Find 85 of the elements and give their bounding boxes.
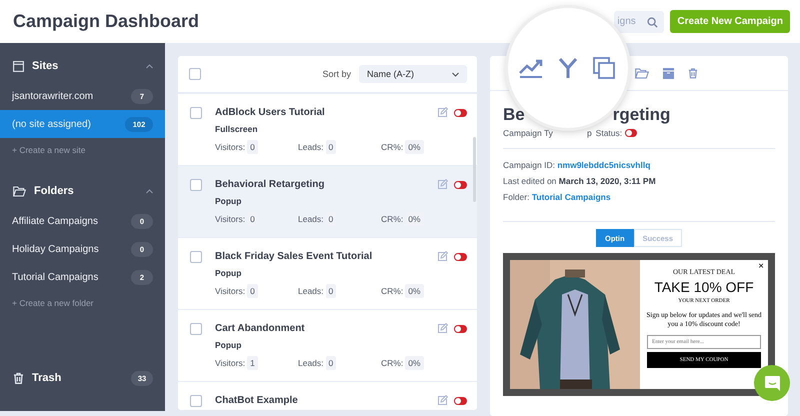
search-field[interactable]: igns [614, 10, 664, 32]
sort-dropdown[interactable]: Name (A-Z) [359, 65, 467, 83]
stat-label: Visitors: [215, 286, 246, 296]
search-icon [647, 16, 658, 28]
stat-value: 0 [247, 284, 258, 298]
toggle-switch[interactable] [454, 396, 467, 404]
stat-label: Leads: [298, 214, 324, 224]
checkbox[interactable] [190, 323, 202, 335]
campaign-type: Popup [215, 340, 242, 350]
stat-value: 0% [405, 140, 424, 154]
toggle-switch[interactable] [454, 324, 467, 332]
campaign-title: Be [503, 105, 525, 125]
edit-icon[interactable] [437, 251, 448, 262]
collapse-icon[interactable] [146, 188, 153, 194]
stat-value: 0 [326, 284, 336, 298]
stat-value: 0% [405, 284, 424, 298]
info-label: Last edited on [503, 176, 556, 186]
toggle-switch[interactable] [454, 180, 467, 188]
split-icon[interactable] [558, 57, 578, 79]
info-label: Campaign ID: [503, 160, 555, 170]
trash-icon[interactable] [688, 67, 698, 79]
edit-icon[interactable] [437, 395, 448, 406]
popup-headline: TAKE 10% OFF [654, 279, 754, 295]
window-icon [13, 60, 24, 72]
checkbox[interactable] [189, 68, 201, 80]
checkbox[interactable] [190, 251, 202, 263]
checkbox[interactable] [190, 179, 202, 191]
checkbox[interactable] [190, 395, 202, 407]
trash-icon [13, 372, 24, 384]
campaign-title: rgeting [612, 105, 670, 125]
page-title: Campaign Dashboard [13, 11, 200, 32]
archive-icon[interactable] [663, 68, 674, 78]
campaign-name: Behavioral Retargeting [215, 179, 326, 190]
campaign-name: ChatBot Example [215, 395, 299, 406]
trash-link[interactable]: Trash [32, 372, 123, 384]
status-label: Status: [596, 128, 622, 138]
edit-icon[interactable] [437, 107, 448, 118]
sort-label: Sort by [322, 69, 351, 79]
campaign-id-link[interactable]: nmw9lebddc5nicsvhllq [557, 160, 650, 170]
campaign-type-label: Campaign Ty [503, 128, 553, 138]
stat-value: 1 [247, 356, 258, 370]
stat-label: Visitors: [215, 142, 246, 152]
edited-date: March 13, 2020, 3:11 PM [558, 176, 656, 186]
stat-value: 0 [326, 356, 336, 370]
section-title: Folders [34, 185, 75, 197]
stat-label: Leads: [298, 286, 324, 296]
chat-icon [764, 374, 780, 392]
stat-value: 0 [247, 140, 258, 154]
section-title: Sites [32, 60, 60, 72]
campaign-type: Popup [215, 268, 242, 278]
collapse-icon[interactable] [146, 64, 153, 68]
stat-label: CR%: [381, 358, 404, 368]
stat-label: Visitors: [215, 358, 246, 368]
campaign-name: AdBlock Users Tutorial [215, 107, 326, 118]
campaign-row[interactable]: ChatBot Example [178, 382, 477, 410]
stat-label: Leads: [298, 142, 324, 152]
info-label: Folder: [503, 192, 530, 202]
stat-label: CR%: [381, 142, 404, 152]
chart-icon[interactable] [519, 58, 544, 78]
stat-value: 0 [326, 140, 336, 154]
close-button[interactable]: × [758, 261, 764, 272]
folder-icon[interactable] [635, 68, 649, 78]
campaign-type: Fullscreen [215, 124, 259, 134]
folder-icon [13, 186, 26, 196]
campaign-type-value: p [586, 128, 592, 138]
copy-icon[interactable] [592, 57, 615, 79]
folder-link[interactable]: Tutorial Campaigns [532, 192, 611, 202]
campaign-name: Cart Abandonment [215, 323, 306, 334]
campaign-type: Popup [215, 196, 242, 206]
checkbox[interactable] [190, 107, 202, 119]
toggle-switch[interactable] [454, 252, 467, 260]
stat-label: CR%: [381, 214, 404, 224]
toggle-switch[interactable] [454, 108, 467, 116]
stat-value: 0% [405, 356, 424, 370]
campaign-row[interactable]: Behavioral Retargeting Popup Visitors: 0 Leads: 0 CR%: 0% [178, 166, 477, 238]
campaign-row[interactable]: Black Friday Sales Event Tutorial Popup Visitors: 0 Leads: 0 CR%: 0% [178, 238, 477, 310]
edit-icon[interactable] [437, 323, 448, 334]
stat-label: Leads: [298, 358, 324, 368]
stat-label: CR%: [381, 286, 404, 296]
caret-icon [452, 72, 459, 76]
status-toggle[interactable] [625, 129, 638, 137]
stat-label: Visitors: [215, 214, 246, 224]
campaign-name: Black Friday Sales Event Tutorial [215, 251, 374, 262]
edit-icon[interactable] [437, 179, 448, 190]
campaign-row[interactable]: Cart Abandonment Popup Visitors: 1 Leads: 0 CR%: 0% [178, 310, 477, 382]
